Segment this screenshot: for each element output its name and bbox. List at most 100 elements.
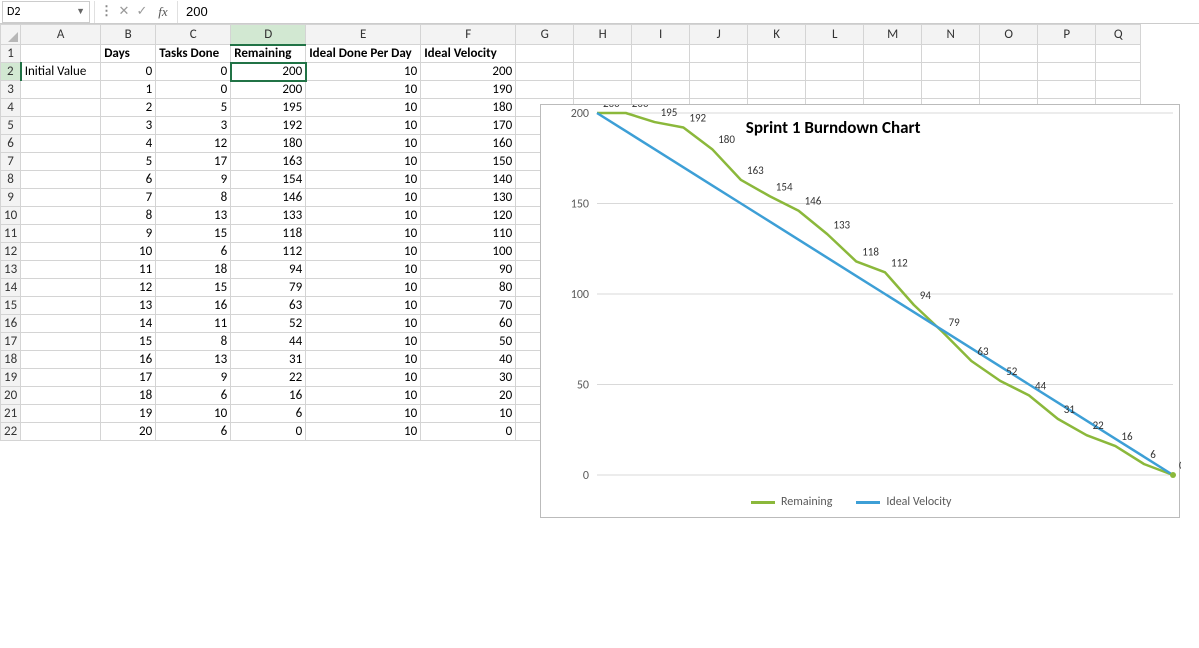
cell[interactable]: [21, 333, 101, 351]
cell[interactable]: 200: [231, 63, 306, 81]
row-header[interactable]: 7: [1, 153, 21, 171]
cell[interactable]: [21, 135, 101, 153]
cell[interactable]: 63: [231, 297, 306, 315]
cell[interactable]: 10: [306, 225, 421, 243]
cell[interactable]: 22: [231, 369, 306, 387]
row-header[interactable]: 10: [1, 207, 21, 225]
cell[interactable]: [1096, 63, 1141, 81]
cell[interactable]: 154: [231, 171, 306, 189]
cell[interactable]: Initial Value: [21, 63, 101, 81]
cell[interactable]: 18: [101, 387, 156, 405]
row-header[interactable]: 8: [1, 171, 21, 189]
row-header[interactable]: 3: [1, 81, 21, 99]
cell[interactable]: 20: [421, 387, 516, 405]
cell[interactable]: 16: [231, 387, 306, 405]
cell[interactable]: 2: [101, 99, 156, 117]
cell[interactable]: [980, 45, 1038, 63]
cell[interactable]: 8: [156, 333, 231, 351]
col-header[interactable]: A: [21, 25, 101, 45]
cell[interactable]: 110: [421, 225, 516, 243]
col-header[interactable]: K: [748, 25, 806, 45]
col-header[interactable]: P: [1038, 25, 1096, 45]
cell[interactable]: 112: [231, 243, 306, 261]
cell[interactable]: [21, 243, 101, 261]
cell[interactable]: 5: [101, 153, 156, 171]
cell[interactable]: 10: [306, 117, 421, 135]
cell[interactable]: [21, 369, 101, 387]
cell[interactable]: 52: [231, 315, 306, 333]
name-box[interactable]: D2 ▼: [2, 1, 90, 23]
cell[interactable]: 6: [101, 171, 156, 189]
col-header[interactable]: F: [421, 25, 516, 45]
col-header[interactable]: L: [806, 25, 864, 45]
cell[interactable]: [21, 153, 101, 171]
cell[interactable]: 10: [306, 189, 421, 207]
cell[interactable]: 0: [156, 81, 231, 99]
col-header[interactable]: H: [574, 25, 632, 45]
cell[interactable]: [980, 81, 1038, 99]
cell[interactable]: [1038, 63, 1096, 81]
cell[interactable]: 7: [101, 189, 156, 207]
cell[interactable]: 50: [421, 333, 516, 351]
cell[interactable]: [21, 315, 101, 333]
cell[interactable]: [574, 63, 632, 81]
formula-input[interactable]: [180, 1, 1199, 23]
cell[interactable]: 180: [421, 99, 516, 117]
confirm-icon[interactable]: ✓: [133, 4, 151, 19]
row-header[interactable]: 18: [1, 351, 21, 369]
cell[interactable]: [806, 81, 864, 99]
row-header[interactable]: 12: [1, 243, 21, 261]
col-header[interactable]: B: [101, 25, 156, 45]
cell[interactable]: 9: [156, 171, 231, 189]
cell[interactable]: [21, 189, 101, 207]
cell[interactable]: [21, 45, 101, 63]
cell[interactable]: 0: [421, 423, 516, 441]
cell[interactable]: [690, 45, 748, 63]
cell[interactable]: 10: [306, 135, 421, 153]
cell[interactable]: 9: [101, 225, 156, 243]
cell[interactable]: 17: [101, 369, 156, 387]
cell[interactable]: 10: [101, 243, 156, 261]
col-header[interactable]: C: [156, 25, 231, 45]
cell[interactable]: 10: [306, 315, 421, 333]
cell[interactable]: [21, 405, 101, 423]
cell[interactable]: 10: [306, 243, 421, 261]
cell[interactable]: [748, 63, 806, 81]
cell[interactable]: 140: [421, 171, 516, 189]
cell[interactable]: 5: [156, 99, 231, 117]
cell[interactable]: [864, 63, 922, 81]
cell[interactable]: [21, 171, 101, 189]
row-header[interactable]: 19: [1, 369, 21, 387]
cell[interactable]: [632, 81, 690, 99]
cell[interactable]: 0: [231, 423, 306, 441]
cell[interactable]: Tasks Done: [156, 45, 231, 63]
cell[interactable]: 6: [156, 387, 231, 405]
cell[interactable]: 79: [231, 279, 306, 297]
cell[interactable]: 6: [156, 423, 231, 441]
cell[interactable]: 94: [231, 261, 306, 279]
cell[interactable]: [21, 81, 101, 99]
cell[interactable]: 180: [231, 135, 306, 153]
cell[interactable]: 16: [156, 297, 231, 315]
cell[interactable]: 90: [421, 261, 516, 279]
cell[interactable]: 6: [156, 243, 231, 261]
cell[interactable]: [1038, 81, 1096, 99]
cell[interactable]: [516, 63, 574, 81]
col-header[interactable]: N: [922, 25, 980, 45]
cell[interactable]: [516, 45, 574, 63]
col-header[interactable]: O: [980, 25, 1038, 45]
cell[interactable]: 3: [101, 117, 156, 135]
cell[interactable]: 10: [306, 81, 421, 99]
fx-icon[interactable]: fx: [151, 4, 175, 20]
cell[interactable]: 10: [306, 63, 421, 81]
cell[interactable]: 15: [156, 225, 231, 243]
cell[interactable]: Remaining: [231, 45, 306, 63]
cell[interactable]: 1: [101, 81, 156, 99]
cell[interactable]: 163: [231, 153, 306, 171]
cell[interactable]: 130: [421, 189, 516, 207]
cell[interactable]: [632, 45, 690, 63]
cell[interactable]: 13: [156, 207, 231, 225]
cell[interactable]: Ideal Velocity: [421, 45, 516, 63]
cell[interactable]: [21, 423, 101, 441]
row-header[interactable]: 22: [1, 423, 21, 441]
